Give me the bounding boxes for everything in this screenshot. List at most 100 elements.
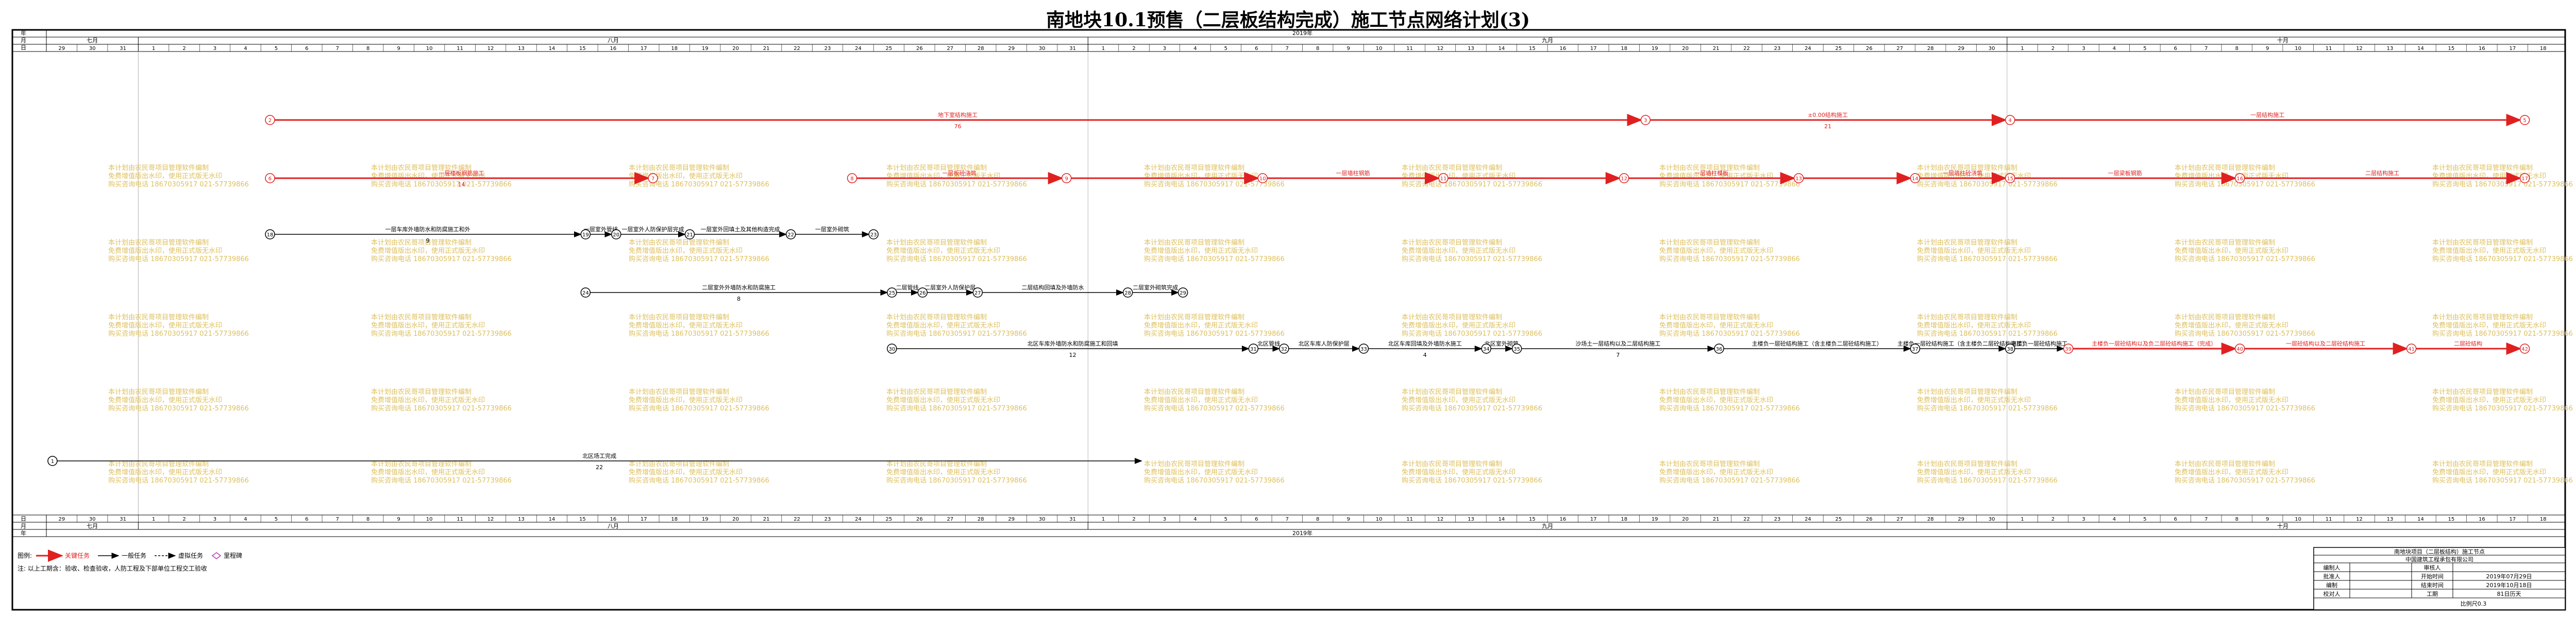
footer-day: 11: [457, 517, 463, 522]
watermark-text: 购买咨询电话 18670305917 021-57739866: [1659, 330, 1800, 338]
event-node-number: 22: [787, 232, 794, 238]
footer-row-label: 日: [21, 516, 26, 522]
footer-day: 21: [1713, 517, 1720, 522]
footer-month: 九月: [1542, 523, 1553, 529]
footer-day: 9: [2266, 517, 2269, 522]
footer-day: 31: [120, 517, 126, 522]
task-name: 北区车库人防保护层: [1299, 340, 1350, 347]
watermark-text: 本计划由农民哥项目管理软件编制: [2432, 164, 2533, 172]
task-name: ±0.00结构施工: [1808, 111, 1848, 118]
task-name: 二层室外人防保护层: [924, 284, 975, 291]
header-row-label: 年: [21, 29, 26, 37]
footer-day: 20: [1682, 517, 1689, 522]
watermark-text: 购买咨询电话 18670305917 021-57739866: [2175, 255, 2315, 263]
watermark-text: 本计划由农民哥项目管理软件编制: [1402, 239, 1502, 247]
header-day: 5: [1224, 46, 1227, 52]
task-name: 一层车库外墙防水和防腐施工和外: [385, 226, 470, 233]
watermark-text: 本计划由农民哥项目管理软件编制: [2175, 164, 2275, 172]
watermark-text: 购买咨询电话 18670305917 021-57739866: [1659, 255, 1800, 263]
footer-day: 16: [610, 517, 616, 522]
watermark-text: 购买咨询电话 18670305917 021-57739866: [886, 404, 1027, 413]
header-day: 8: [2235, 46, 2238, 52]
watermark-text: 免费增值版出水印，使用正式版无水印: [629, 468, 743, 476]
footer-day: 12: [1437, 517, 1444, 522]
timeline-header: 年月日2019年七月 八月 九月 十月29 30 31 1 2 3 4 5 6 7 8 9 10 11 12 13 1…: [12, 29, 2565, 515]
footer-day: 23: [824, 517, 831, 522]
header-day: 19: [702, 46, 709, 52]
header-day: 11: [457, 46, 463, 52]
watermark-text: 购买咨询电话 18670305917 021-57739866: [371, 330, 512, 338]
watermark-text: 本计划由农民哥项目管理软件编制: [1402, 314, 1502, 321]
event-node-number: 34: [1483, 347, 1490, 352]
watermark-text: 购买咨询电话 18670305917 021-57739866: [108, 404, 249, 413]
footer-day: 27: [947, 517, 953, 522]
header-day: 8: [366, 46, 369, 52]
header-day: 17: [1590, 46, 1597, 52]
event-node-number: 19: [582, 232, 589, 238]
legend-milestone-text: 里程碑: [224, 552, 242, 559]
watermark-text: 购买咨询电话 18670305917 021-57739866: [371, 404, 512, 413]
watermark-text: 本计划由农民哥项目管理软件编制: [1659, 239, 1760, 247]
watermark-text: 购买咨询电话 18670305917 021-57739866: [1144, 404, 1285, 413]
header-day: 20: [732, 46, 739, 52]
footer-day: 19: [1652, 517, 1658, 522]
footer-day: 1: [2021, 517, 2024, 522]
footer-day: 7: [2204, 517, 2208, 522]
event-node-number: 25: [888, 290, 895, 296]
footer-day: 11: [1406, 517, 1413, 522]
header-day: 15: [1529, 46, 1536, 52]
footer-day: 2: [1132, 517, 1135, 522]
header-day: 21: [763, 46, 770, 52]
footer-day: 12: [2356, 517, 2363, 522]
legend-dummy-text: 虚拟任务: [178, 552, 203, 559]
watermark-text: 免费增值版出水印，使用正式版无水印: [886, 247, 1000, 255]
watermark-text: 本计划由农民哥项目管理软件编制: [629, 164, 729, 172]
event-node-number: 9: [1065, 176, 1068, 182]
header-day: 16: [610, 46, 616, 52]
watermark-text: 购买咨询电话 18670305917 021-57739866: [2432, 404, 2573, 413]
watermark-text: 本计划由农民哥项目管理软件编制: [1144, 239, 1244, 247]
watermark-text: 购买咨询电话 18670305917 021-57739866: [1917, 404, 2058, 413]
header-day: 9: [397, 46, 400, 52]
watermark-text: 免费增值版出水印，使用正式版无水印: [1144, 468, 1258, 476]
watermark-text: 免费增值版出水印，使用正式版无水印: [1144, 247, 1258, 255]
watermark-text: 购买咨询电话 18670305917 021-57739866: [629, 255, 769, 263]
header-day: 26: [916, 46, 923, 52]
watermark-text: 本计划由农民哥项目管理软件编制: [108, 239, 209, 247]
header-day: 18: [1621, 46, 1627, 52]
watermark-text: 免费增值版出水印，使用正式版无水印: [629, 396, 743, 404]
tb-r3c3: 81日历天: [2497, 591, 2521, 597]
footer-day: 20: [732, 517, 739, 522]
footer-day: 19: [702, 517, 709, 522]
timeline-footer: 日月年29 30 31 1 2 3 4 5 6 7 8 9 10 11 12 13 14 15 16 17 18 19 20…: [12, 514, 2565, 537]
header-day: 18: [2540, 46, 2547, 52]
header-day: 12: [2356, 46, 2363, 52]
footer-day: 8: [2235, 517, 2238, 522]
task-duration: 7: [1616, 352, 1620, 358]
watermark-text: 免费增值版出水印，使用正式版无水印: [1402, 396, 1516, 404]
watermark-text: 免费增值版出水印，使用正式版无水印: [371, 321, 485, 330]
watermark-text: 免费增值版出水印，使用正式版无水印: [108, 468, 222, 476]
tb-r3c2: 工期: [2427, 591, 2438, 597]
watermark-text: 免费增值版出水印，使用正式版无水印: [2175, 172, 2288, 180]
watermark-text: 购买咨询电话 18670305917 021-57739866: [1402, 476, 1542, 485]
event-node-number: 20: [613, 232, 619, 238]
header-day: 30: [89, 46, 96, 52]
task-name: 主楼负一层砼结构施工（含主楼负二层砼结构施工）: [1752, 340, 1882, 347]
watermark-text: 免费增值版出水印，使用正式版无水印: [1917, 468, 2031, 476]
header-month: 八月: [608, 37, 619, 44]
footer-day: 31: [1069, 517, 1076, 522]
header-day: 29: [1958, 46, 1964, 52]
header-day: 17: [2509, 46, 2516, 52]
header-day: 16: [2479, 46, 2485, 52]
header-day: 26: [1866, 46, 1873, 52]
watermark-text: 本计划由农民哥项目管理软件编制: [886, 314, 987, 321]
task-name: 一层结构施工: [2250, 111, 2284, 118]
watermark-text: 免费增值版出水印，使用正式版无水印: [1917, 321, 2031, 330]
watermark-text: 本计划由农民哥项目管理软件编制: [2432, 388, 2533, 396]
watermark-text: 本计划由农民哥项目管理软件编制: [2175, 314, 2275, 321]
footer-row-label: 年: [21, 529, 26, 537]
tb-r0c0: 编制人: [2324, 564, 2341, 571]
task-name: 一层室外人防保护层完成: [622, 226, 684, 233]
footer-day: 13: [1468, 517, 1474, 522]
